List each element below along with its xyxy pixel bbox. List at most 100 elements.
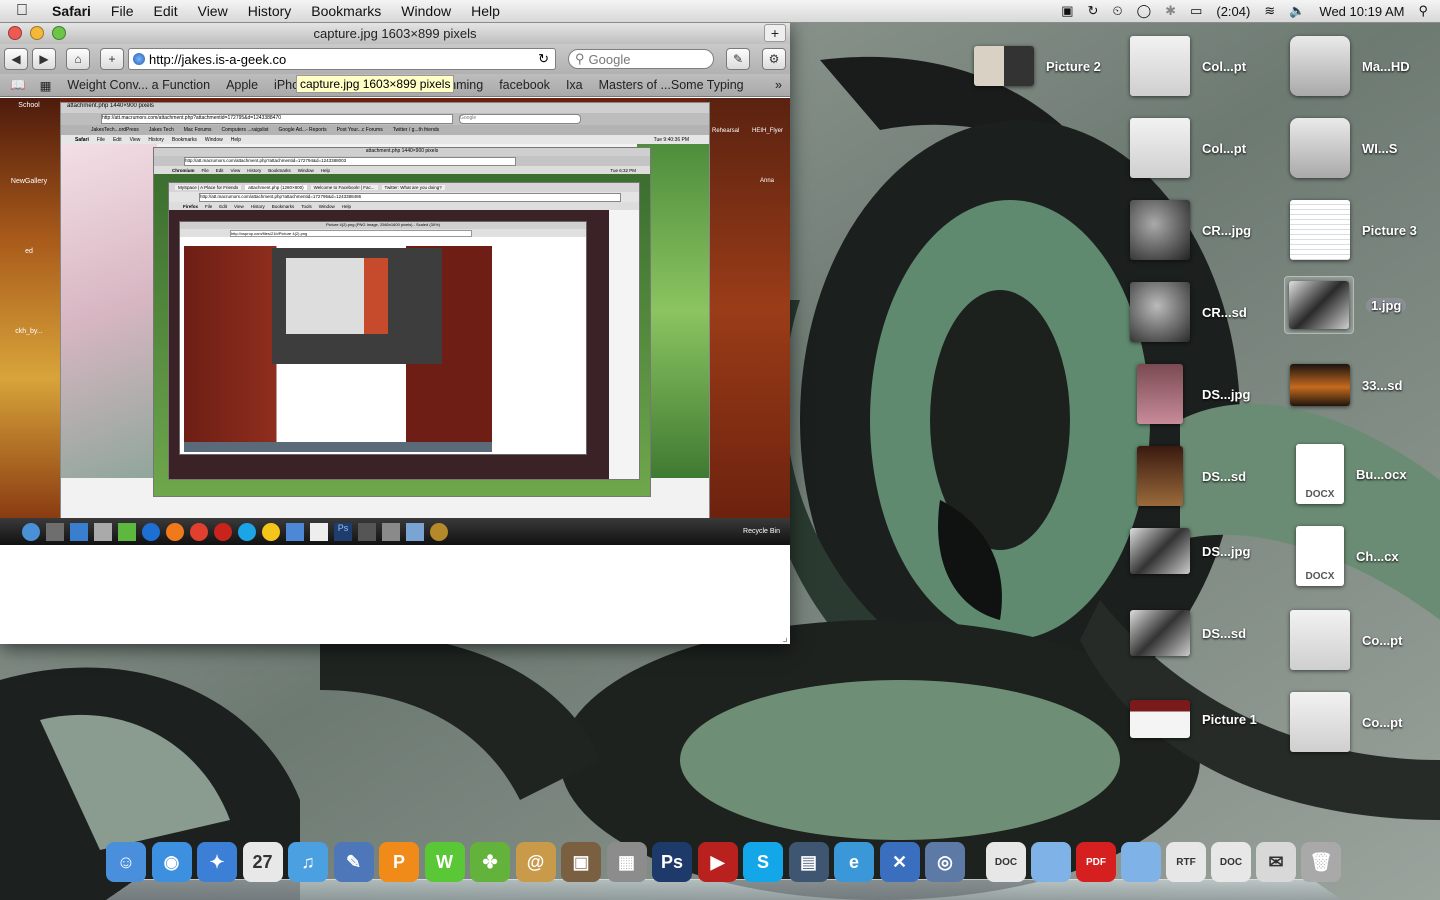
- embedded-menu1-file: File: [96, 136, 105, 143]
- dock-ie-icon[interactable]: e: [834, 842, 874, 882]
- dock-address-book-icon[interactable]: @: [515, 842, 556, 882]
- menu-window[interactable]: Window: [391, 3, 461, 19]
- keynote-doc-icon: [1290, 610, 1350, 670]
- clock[interactable]: Wed 10:19 AM: [1319, 4, 1404, 19]
- dock-itunes-icon[interactable]: ♫: [288, 842, 328, 882]
- desktop-icon-1-jpg[interactable]: 1.jpg: [1284, 276, 1407, 334]
- chat-status-icon[interactable]: ◯: [1137, 3, 1152, 19]
- embedded-search-1: Google: [459, 114, 581, 124]
- desktop-icon-ds-jpg-2[interactable]: DS...jpg: [1130, 528, 1250, 574]
- desktop-icon-co-pt-1[interactable]: Co...pt: [1290, 610, 1402, 670]
- new-tab-button[interactable]: +: [764, 24, 786, 42]
- dock-doc-file-2-icon[interactable]: DOC: [1211, 842, 1251, 882]
- menu-bookmarks[interactable]: Bookmarks: [301, 3, 391, 19]
- embedded-menu3-help: Help: [341, 203, 352, 209]
- dock-folder-2-icon[interactable]: [1121, 842, 1161, 882]
- embedded-clock-1: Tue 9:40:36 PM: [653, 136, 689, 143]
- dock-ical-icon[interactable]: 27: [242, 842, 283, 882]
- dock-app-green-icon[interactable]: ✤: [470, 842, 510, 882]
- embedded-menu1-bookmarks: Bookmarks: [171, 136, 197, 143]
- dock-dvd-player-icon[interactable]: ▶: [697, 842, 738, 882]
- dock-calculator-icon[interactable]: ▦: [606, 842, 647, 882]
- graffiti-photo-icon: [1130, 528, 1190, 574]
- spotlight-icon[interactable]: ⚲: [1418, 3, 1428, 19]
- wifi-icon[interactable]: ≋: [1264, 3, 1275, 19]
- desktop-icon-ma-hd[interactable]: Ma...HD: [1290, 36, 1410, 96]
- home-button[interactable]: ⌂: [66, 48, 90, 70]
- dock-mail-stack-icon[interactable]: ✉: [1256, 842, 1296, 882]
- dock-xcode-icon[interactable]: ✕: [879, 842, 920, 882]
- bookmark-apple[interactable]: Apple: [218, 78, 266, 92]
- dock-skype-icon[interactable]: S: [743, 842, 783, 882]
- hard-drive-icon: [1290, 36, 1350, 96]
- desktop-icon-bu-docx[interactable]: DOCX Bu...ocx: [1296, 444, 1407, 504]
- dock-photoshop-icon[interactable]: Ps: [652, 842, 692, 882]
- apple-menu-icon[interactable]: : [0, 2, 44, 20]
- dock-dreamweaver-icon[interactable]: W: [424, 842, 465, 882]
- spaces-icon[interactable]: ▣: [1061, 3, 1073, 19]
- dock-finder-icon[interactable]: ☺: [106, 842, 146, 882]
- dock-doc-file-icon[interactable]: DOC: [986, 842, 1026, 882]
- forward-button[interactable]: ▶: [32, 48, 56, 70]
- settings-button[interactable]: ⚙: [762, 48, 786, 70]
- dock-preview-icon[interactable]: ✎: [333, 842, 374, 882]
- dock-iphoto-icon[interactable]: ▣: [561, 842, 601, 882]
- sync-icon[interactable]: ↻: [1088, 3, 1099, 19]
- reading-list-icon[interactable]: 📖: [4, 78, 32, 93]
- dock-ichat-icon[interactable]: ◉: [151, 842, 192, 882]
- menu-file[interactable]: File: [101, 3, 144, 19]
- embedded-menu2-edit: Edit: [215, 167, 224, 173]
- address-bar[interactable]: http://jakes.is-a-geek.co ↻: [128, 48, 556, 70]
- desktop-icon-33-psd[interactable]: 33...sd: [1290, 364, 1402, 406]
- add-bookmark-button[interactable]: +: [100, 48, 124, 70]
- dock-dashboard-icon[interactable]: ▤: [788, 842, 829, 882]
- desktop-icon-wi-s[interactable]: WI...S: [1290, 118, 1397, 178]
- menu-edit[interactable]: Edit: [143, 3, 187, 19]
- desktop-icon-picture-3[interactable]: Picture 3: [1290, 200, 1417, 260]
- more-bookmarks-icon[interactable]: »: [775, 78, 790, 92]
- desktop-icon-col-pt-1[interactable]: Col...pt: [1130, 36, 1246, 96]
- bookmark-facebook[interactable]: facebook: [491, 78, 558, 92]
- dock-trash-icon[interactable]: 🗑: [1301, 842, 1341, 882]
- back-button[interactable]: ◀: [4, 48, 28, 70]
- capture-image[interactable]: School NewGallery ed ckh_by... Rehearsal…: [0, 98, 790, 545]
- bookmark-weight-conv[interactable]: Weight Conv... a Function: [59, 78, 218, 92]
- dock-pdf-file-icon[interactable]: PDF: [1076, 842, 1116, 882]
- bluetooth-icon[interactable]: ✱: [1165, 3, 1176, 19]
- bookmark-masters-typing[interactable]: Masters of ...Some Typing: [591, 78, 752, 92]
- desktop-icon-cr-jpg[interactable]: CR...jpg: [1130, 200, 1251, 260]
- dock-rtf-file-icon[interactable]: RTF: [1166, 842, 1206, 882]
- embedded-desktop-icon-ed: ed: [25, 248, 33, 255]
- menu-bar:  Safari File Edit View History Bookmark…: [0, 0, 1440, 23]
- page-menu-button[interactable]: ✎: [726, 48, 750, 70]
- desktop-icon-co-pt-2[interactable]: Co...pt: [1290, 692, 1402, 752]
- dock-safari-icon[interactable]: ✦: [197, 842, 237, 882]
- reload-icon[interactable]: ↻: [538, 51, 549, 67]
- selection-highlight: [1284, 276, 1354, 334]
- time-machine-icon[interactable]: ⏲: [1112, 3, 1122, 19]
- bookmark-ixa[interactable]: Ixa: [558, 78, 591, 92]
- dock-folder-1-icon[interactable]: [1031, 842, 1071, 882]
- resize-grip-icon[interactable]: ⌟: [782, 630, 788, 644]
- volume-icon[interactable]: 🔈: [1289, 3, 1305, 19]
- bookmarks-grid-icon[interactable]: ▦: [32, 78, 60, 93]
- title-bar[interactable]: capture.jpg 1603×899 pixels +: [0, 22, 790, 44]
- desktop-icon-picture-1[interactable]: Picture 1: [1130, 700, 1257, 738]
- desktop-icon-picture-2[interactable]: Picture 2: [974, 46, 1101, 86]
- dock-photo-booth-icon[interactable]: ◎: [925, 842, 965, 882]
- menu-view[interactable]: View: [188, 3, 238, 19]
- desktop-icon-cr-psd[interactable]: CR...sd: [1130, 282, 1247, 342]
- menu-help[interactable]: Help: [461, 3, 510, 19]
- menu-history[interactable]: History: [238, 3, 302, 19]
- dock-pages-icon[interactable]: P: [379, 842, 419, 882]
- desktop-icon-ch-docx[interactable]: DOCX Ch...cx: [1296, 526, 1399, 586]
- sunset-photo-icon: [1290, 364, 1350, 406]
- desktop-icon-col-pt-2[interactable]: Col...pt: [1130, 118, 1246, 178]
- desktop-icon-ds-jpg-1[interactable]: DS...jpg: [1130, 364, 1250, 424]
- battery-icon[interactable]: ▭: [1190, 3, 1202, 19]
- menu-app-safari[interactable]: Safari: [44, 3, 101, 19]
- desktop-icon-ds-psd-2[interactable]: DS...sd: [1130, 610, 1246, 656]
- search-field[interactable]: ⚲ Google: [568, 49, 714, 69]
- embedded-menubar-2: Chromium File Edit View History Bookmark…: [154, 166, 650, 174]
- desktop-icon-ds-psd-1[interactable]: DS...sd: [1130, 446, 1246, 506]
